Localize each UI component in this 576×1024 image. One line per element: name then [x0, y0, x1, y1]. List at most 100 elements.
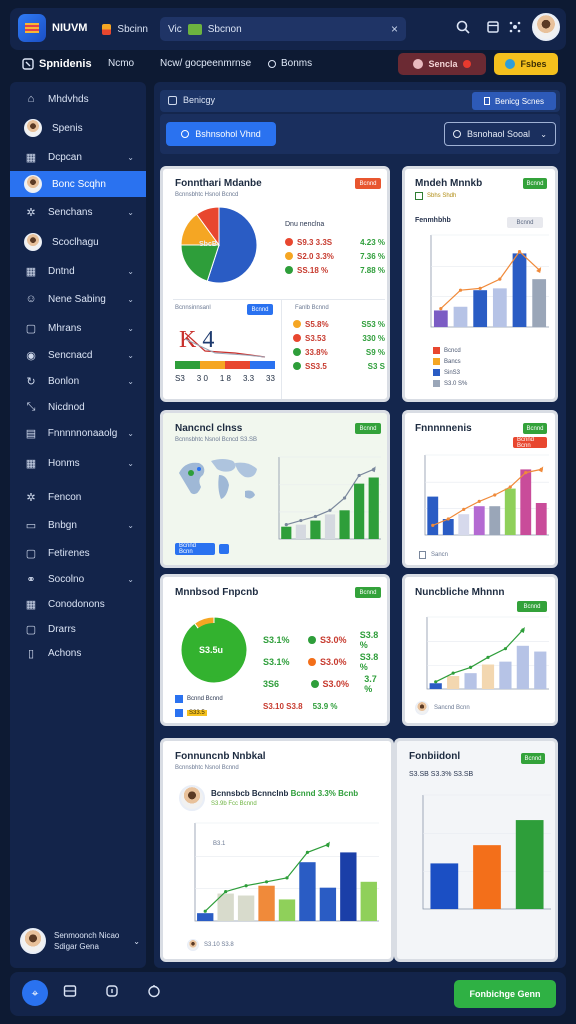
avatar [415, 701, 429, 715]
chevron-down-icon[interactable]: ⌄ [127, 575, 134, 584]
sidebar-item[interactable]: ⌂ Mhdvhds [10, 86, 146, 112]
sidebar-item[interactable]: Spenis [10, 115, 146, 141]
sidebar-item[interactable]: ⤡ Nicdnod [10, 394, 146, 420]
chevron-down-icon[interactable]: ⌄ [127, 324, 134, 333]
alert-dot-icon [462, 60, 471, 68]
primary-cta-button[interactable]: Fonbichge Genn [454, 980, 556, 1008]
grid-icon: ▦ [25, 151, 37, 164]
app-logo[interactable] [18, 14, 46, 42]
sidebar-item[interactable]: ▢ Fetirenes [10, 540, 146, 566]
footer-badge[interactable]: Bcnnd Bcnn [175, 543, 215, 555]
sidebar-item[interactable]: ▤ Fnnnnnonaaolg ⌄ [10, 420, 146, 446]
folder-icon [102, 23, 112, 35]
sidebar-item[interactable]: ▦ Dcpcan ⌄ [10, 144, 146, 170]
alert-button[interactable]: Sencla [398, 53, 486, 75]
bar [458, 514, 470, 535]
chevron-down-icon[interactable]: ⌄ [127, 153, 134, 162]
card-portfolio: Fonbiidonl Bcnnd S3.SB S3.3% S3.SB [394, 738, 558, 962]
top-action-button[interactable]: Benicg Scnes [472, 92, 556, 110]
legend-value: 7.36 % [360, 251, 385, 261]
breadcrumb[interactable]: Benicgy [168, 95, 215, 105]
sidebar-item[interactable]: ◉ Sencnacd ⌄ [10, 342, 146, 368]
sidebar-item[interactable]: ✲ Senchans ⌄ [10, 199, 146, 225]
trend-point [203, 909, 207, 913]
nav-item-3[interactable]: Bonms [268, 58, 312, 69]
sidebar-item[interactable]: ✲ Fencon [10, 484, 146, 510]
bar [295, 524, 306, 539]
stat-dot [308, 658, 316, 666]
sidebar-item[interactable]: ▢ Mhrans ⌄ [10, 315, 146, 341]
nav-item-1[interactable]: Ncmo [108, 58, 134, 69]
chevron-down-icon[interactable]: ⌄ [127, 459, 134, 468]
sidebar-item[interactable]: Scoclhagu [10, 229, 146, 255]
donut-label: S3.5u [199, 645, 224, 655]
person-avatar[interactable] [179, 785, 205, 811]
bar [319, 887, 337, 921]
card-finances: Fnnnnnenis Bcnnd Bcnnd Bcnn Sancn [402, 410, 558, 568]
bar [427, 496, 439, 535]
sidebar-item[interactable]: ▯ Achons [10, 640, 146, 666]
chevron-down-icon[interactable]: ⌄ [127, 351, 134, 360]
trend-point [446, 517, 450, 521]
trend-point [498, 277, 502, 281]
nav-item-2[interactable]: Ncw/ gocpeenmrnse [160, 58, 251, 69]
card-badge: Bcnnd [355, 587, 381, 598]
chevron-down-icon[interactable]: ⌄ [127, 295, 134, 304]
chevron-down-icon[interactable]: ⌄ [133, 937, 140, 946]
sidebar-item[interactable]: ↻ Bonlon ⌄ [10, 368, 146, 394]
sidebar-item[interactable]: ☺ Nene Sabing ⌄ [10, 286, 146, 312]
sidebar-item-label: Bonc Scqhn [52, 178, 106, 190]
legend-dot [285, 266, 293, 274]
home-icon[interactable]: ⌖ [22, 980, 48, 1006]
chevron-down-icon[interactable]: ⌄ [127, 521, 134, 530]
timer-icon[interactable] [144, 984, 164, 1004]
chevron-down-icon: ⌄ [540, 129, 547, 139]
sidebar-item[interactable]: ▢ Drarrs [10, 616, 146, 642]
close-icon[interactable]: × [391, 22, 398, 36]
clipboard-icon[interactable] [102, 984, 122, 1004]
sidebar-user[interactable]: Senmoonch Nicao Sdigar Gena ⌄ [20, 926, 140, 956]
sidebar-item[interactable]: ▭ Bnbgn ⌄ [10, 512, 146, 538]
sidebar-item[interactable]: ▦ Dntnd ⌄ [10, 258, 146, 284]
premium-button[interactable]: Fsbes [494, 53, 558, 75]
sidebar-item[interactable]: ▦ Honms ⌄ [10, 450, 146, 476]
top-bar: NIUVM Sbcinn Vic Sbcnon × [10, 8, 566, 50]
bar-chart [426, 616, 549, 690]
chart-axis [430, 235, 549, 328]
globe-icon: ◉ [26, 349, 36, 362]
filter-row: Bshnsohol Vhnd Bsnohaol Sooal ⌄ [160, 114, 560, 154]
sidebar-item[interactable]: ⚭ Socolno ⌄ [10, 566, 146, 592]
window-icon[interactable] [60, 984, 80, 1004]
window-icon[interactable] [484, 20, 502, 38]
card-budget: Mnnbsod Fnpcnb Bcnnd S3.5u S3.1% S3.0% S3.… [160, 574, 390, 726]
tab-active[interactable]: Vic Sbcnon × [160, 17, 406, 41]
chevron-down-icon[interactable]: ⌄ [127, 377, 134, 386]
legend-value: 7.88 % [360, 265, 385, 275]
bar-chart [278, 456, 381, 540]
card-badge: Bcnnd [355, 178, 381, 189]
stat-grid: S3.1% S3.0% S3.8 % S3.1% S3.0% S3.8 % 3S6 S3.0%… [263, 629, 387, 695]
search-icon[interactable] [454, 20, 472, 38]
legend-swatch [433, 358, 440, 365]
sidebar-item[interactable]: ▦ Conodonons [10, 591, 146, 617]
nav-brand[interactable]: Spnidenis [22, 58, 92, 70]
bar [429, 683, 442, 689]
chart-badge: Bcnnd [507, 217, 543, 228]
filter-button[interactable]: Bshnsohol Vhnd [166, 122, 276, 146]
chevron-down-icon[interactable]: ⌄ [127, 267, 134, 276]
sort-select[interactable]: Bsnohaol Sooal ⌄ [444, 122, 556, 146]
sidebar-item-label: Fencon [48, 491, 82, 503]
chevron-down-icon[interactable]: ⌄ [127, 429, 134, 438]
bar [492, 288, 507, 327]
card-subtitle: Sbhs Shdh [427, 193, 457, 199]
bar [237, 895, 255, 921]
settings-icon[interactable] [506, 20, 524, 38]
sidebar-item[interactable]: Bonc Scqhn [10, 171, 146, 197]
bar [499, 661, 512, 689]
tab-primary[interactable]: Sbcinn [94, 17, 156, 41]
expand-icon[interactable] [219, 544, 229, 554]
sidebar-item-label: Senchans [48, 206, 93, 218]
sheet-icon [187, 23, 202, 35]
chevron-down-icon[interactable]: ⌄ [127, 208, 134, 217]
user-avatar[interactable] [532, 13, 560, 41]
